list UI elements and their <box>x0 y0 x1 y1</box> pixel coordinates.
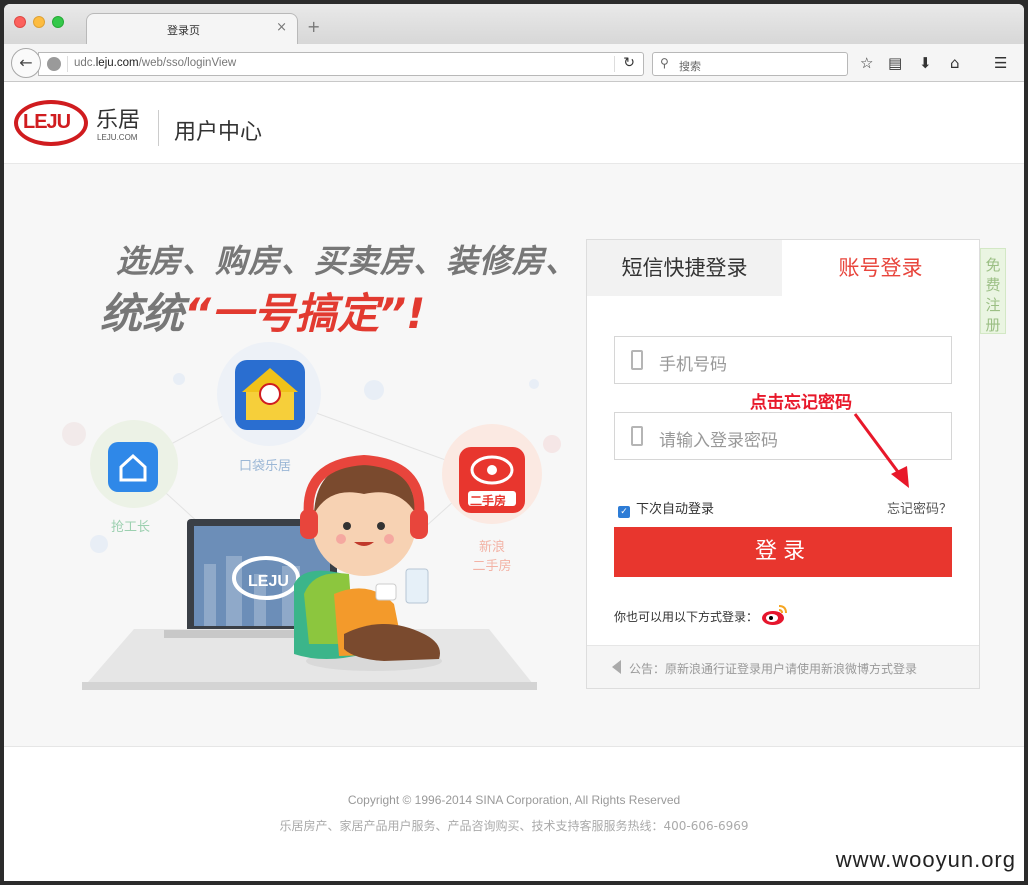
slogan-line-1: 选房、购房、买卖房、装修房、 <box>116 242 579 280</box>
logo-chinese: 乐居 <box>96 108 141 133</box>
page-title: 用户中心 <box>174 120 263 145</box>
window-close-button[interactable] <box>14 16 26 28</box>
tab-close-icon[interactable]: × <box>276 20 287 35</box>
back-arrow-icon: ← <box>19 53 33 72</box>
main-content: LEJU 选房、购房、买卖房、装修房、 统统“一号搞定”! 抢工长 口袋乐居 新… <box>4 164 1024 746</box>
address-bar[interactable]: udc.leju.com/web/sso/loginView ↻ <box>38 52 644 76</box>
site-header: LEJU 乐居 LEJU.COM 用户中心 <box>4 82 1024 164</box>
copyright-text: Copyright © 1996-2014 SINA Corporation, … <box>347 793 681 807</box>
globe-icon <box>47 57 61 71</box>
search-input[interactable]: ⚲ 搜索 <box>652 52 848 76</box>
app-caption-koudai-leju: 口袋乐居 <box>239 459 292 474</box>
slogan-line-2: 统统“一号搞定”! <box>100 289 426 338</box>
new-tab-button[interactable]: + <box>307 17 320 36</box>
navigation-bar: udc.leju.com/web/sso/loginView ↻ ← ⚲ 搜索 … <box>4 44 1024 82</box>
url-text[interactable]: udc.leju.com/web/sso/loginView <box>74 57 236 69</box>
footer: Copyright © 1996-2014 SINA Corporation, … <box>4 746 1024 881</box>
download-icon[interactable]: ⬇ <box>919 54 932 72</box>
checkbox-checked-icon[interactable]: ✓ <box>618 506 630 518</box>
laptop-screen-logo: LEJU <box>248 573 289 590</box>
window-minimize-button[interactable] <box>33 16 45 28</box>
register-tab[interactable]: 免费注册 <box>980 248 1006 334</box>
reload-icon[interactable]: ↻ <box>623 55 635 71</box>
service-hotline-text: 乐居房产、家居产品用户服务、产品咨询购买、技术支持客服服务热线：400-606-… <box>279 819 749 833</box>
search-placeholder: 搜索 <box>679 60 701 73</box>
forgot-password-link[interactable]: 忘记密码？ <box>887 498 952 517</box>
login-panel: 短信快捷登录 账号登录 手机号码 请输入登录密码 点击忘记密码 ✓ 下次自动登录 … <box>586 239 980 689</box>
menu-icon[interactable]: ☰ <box>994 54 1007 72</box>
app-caption-sina-ershoufang: 新浪 二手房 <box>472 540 512 574</box>
other-login-label: 你也可以用以下方式登录： <box>614 610 759 624</box>
password-placeholder: 请输入登录密码 <box>659 431 778 451</box>
search-icon: ⚲ <box>660 56 669 70</box>
app-caption-qianggongzhang: 抢工长 <box>111 520 151 535</box>
notice-text: 公告：原新浪通行证登录用户请使用新浪微博方式登录 <box>629 662 918 676</box>
phone-placeholder: 手机号码 <box>659 355 727 375</box>
weibo-icon[interactable] <box>761 602 789 626</box>
reading-list-icon[interactable]: ▤ <box>888 54 902 72</box>
browser-window: 登录页 × + udc.leju.com/web/sso/loginView ↻… <box>4 4 1024 881</box>
home-icon[interactable]: ⌂ <box>950 54 960 72</box>
watermark-text: www.wooyun.org <box>835 847 1016 872</box>
lock-device-icon <box>631 426 643 446</box>
bookmark-star-icon[interactable]: ☆ <box>860 54 873 72</box>
back-button[interactable]: ← <box>11 48 41 78</box>
notice-bar: 公告：原新浪通行证登录用户请使用新浪微博方式登录 <box>587 645 979 688</box>
sina-badge-label: 二手房 <box>470 494 507 508</box>
browser-tab[interactable]: 登录页 × <box>86 13 298 44</box>
tab-sms-login[interactable]: 短信快捷登录 <box>587 240 782 296</box>
annotation-arrow <box>853 413 909 488</box>
title-bar: 登录页 × + <box>4 4 1024 44</box>
tab-title: 登录页 <box>167 24 200 37</box>
tab-account-login[interactable]: 账号登录 <box>782 240 979 296</box>
url-separator <box>67 56 68 72</box>
window-maximize-button[interactable] <box>52 16 64 28</box>
speaker-icon <box>612 660 621 674</box>
reload-separator <box>614 56 615 72</box>
leju-logo[interactable]: LEJU <box>14 100 88 146</box>
logo-divider <box>158 110 159 146</box>
annotation-label: 点击忘记密码 <box>750 393 852 413</box>
login-button[interactable]: 登录 <box>614 527 952 577</box>
phone-field[interactable]: 手机号码 <box>614 336 952 384</box>
phone-icon <box>631 350 643 370</box>
logo-mark: LEJU <box>23 111 71 133</box>
logo-english: LEJU.COM <box>97 133 138 142</box>
remember-me[interactable]: ✓ 下次自动登录 <box>618 498 714 518</box>
